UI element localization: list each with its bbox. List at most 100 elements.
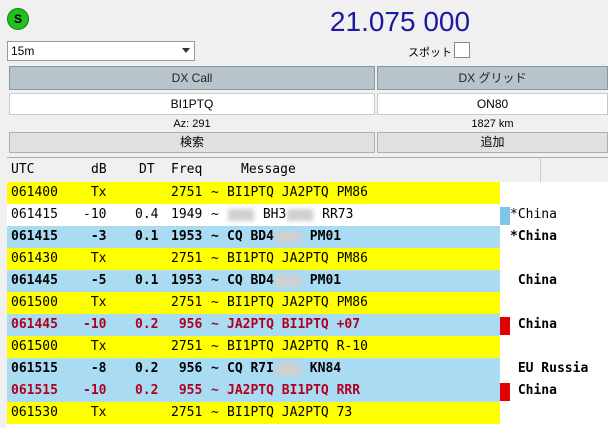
decode-row[interactable]: 061500 Tx 2751 ~ BI1PTQ JA2PTQ R-10 xyxy=(7,336,608,358)
decode-message: CQ BD4 PM01 xyxy=(227,229,341,245)
decode-db: -10 xyxy=(83,317,107,332)
message-word: PM86 xyxy=(336,295,368,310)
decode-tilde: ~ xyxy=(211,405,219,420)
chevron-down-icon xyxy=(182,48,190,53)
decode-utc: 061415 xyxy=(11,207,58,222)
decode-list-header: UTC dB DT Freq Message xyxy=(7,158,608,182)
decode-marker xyxy=(500,383,510,401)
redacted-callsign xyxy=(274,362,301,375)
message-word: BI1PTQ xyxy=(227,295,274,310)
azimuth-readout: Az: 291 xyxy=(173,118,211,130)
lookup-button[interactable]: 検索 xyxy=(9,132,375,153)
decode-tilde: ~ xyxy=(211,229,219,244)
decode-row[interactable]: 061530 Tx 2751 ~ BI1PTQ JA2PTQ 73 xyxy=(7,402,608,424)
redacted-callsign xyxy=(274,230,301,243)
decode-list[interactable]: UTC dB DT Freq Message 061400 Tx 2751 ~ BI1P… xyxy=(7,157,608,428)
message-word: BI1PTQ xyxy=(227,339,274,354)
decode-tilde: ~ xyxy=(211,251,219,266)
message-word: +07 xyxy=(336,317,361,332)
decode-row[interactable]: 061515 -10 0.2 955 ~ JA2PTQ BI1PTQ RRR China xyxy=(7,380,608,402)
message-word: KN84 xyxy=(309,361,342,376)
message-word: CQ xyxy=(227,229,243,244)
decode-tilde: ~ xyxy=(211,383,219,398)
dx-grid-header: DX グリッド xyxy=(377,66,608,90)
add-button[interactable]: 追加 xyxy=(377,132,608,153)
decode-row[interactable]: 061500 Tx 2751 ~ BI1PTQ JA2PTQ PM86 xyxy=(7,292,608,314)
decode-db: Tx xyxy=(90,251,107,266)
decode-db: Tx xyxy=(90,295,107,310)
decode-freq: 1953 xyxy=(171,229,203,244)
decode-tilde: ~ xyxy=(211,317,219,332)
dx-call-field[interactable]: BI1PTQ xyxy=(9,93,375,115)
message-word: PM86 xyxy=(336,185,368,200)
decode-message: BI1PTQ JA2PTQ 73 xyxy=(227,405,352,421)
dial-frequency-display: 21.075 000 xyxy=(329,6,471,37)
message-word: R7I xyxy=(250,361,274,376)
decode-country: EU Russia xyxy=(510,361,589,376)
decode-dt: 0.1 xyxy=(135,229,159,244)
decode-dt: 0.4 xyxy=(135,207,159,222)
decode-utc: 061445 xyxy=(11,273,58,288)
decode-row[interactable]: 061415 -10 0.4 1949 ~ BH3 RR73 *China xyxy=(7,204,608,226)
message-word: CQ xyxy=(227,273,243,288)
message-word: JA2PTQ xyxy=(227,383,274,398)
decode-db: Tx xyxy=(90,405,107,420)
decode-row[interactable]: 061445 -5 0.1 1953 ~ CQ BD4 PM01 China xyxy=(7,270,608,292)
decode-dt: 0.1 xyxy=(135,273,159,288)
decode-tilde: ~ xyxy=(211,207,219,222)
decode-db: Tx xyxy=(90,185,107,200)
decode-db: -3 xyxy=(90,229,107,244)
decode-message: BI1PTQ JA2PTQ PM86 xyxy=(227,185,368,201)
decode-row[interactable]: 061445 -10 0.2 956 ~ JA2PTQ BI1PTQ +07 China xyxy=(7,314,608,336)
column-db: dB xyxy=(91,162,107,177)
decode-utc: 061515 xyxy=(11,361,58,376)
decode-freq: 1953 xyxy=(171,273,203,288)
decode-tilde: ~ xyxy=(211,273,219,288)
decode-dt: 0.2 xyxy=(135,361,159,376)
decode-country: China xyxy=(510,273,557,288)
column-freq: Freq xyxy=(171,162,203,177)
dx-grid-field[interactable]: ON80 xyxy=(377,93,608,115)
decode-message: BI1PTQ JA2PTQ PM86 xyxy=(227,295,368,311)
decode-tilde: ~ xyxy=(211,185,219,200)
decode-rows: 061400 Tx 2751 ~ BI1PTQ JA2PTQ PM86 061415 -10… xyxy=(7,182,608,424)
message-word: JA2PTQ xyxy=(281,295,329,310)
decode-tilde: ~ xyxy=(211,339,219,354)
message-word: BI1PTQ xyxy=(281,383,329,398)
message-word: PM01 xyxy=(309,273,342,288)
decode-message: CQ R7I KN84 xyxy=(227,361,341,377)
decode-freq: 1949 xyxy=(171,207,203,222)
redacted-callsign xyxy=(228,208,254,221)
decode-message: JA2PTQ BI1PTQ +07 xyxy=(227,317,360,333)
spot-label: スポット xyxy=(408,47,452,59)
decode-row[interactable]: 061400 Tx 2751 ~ BI1PTQ JA2PTQ PM86 xyxy=(7,182,608,204)
redacted-callsign xyxy=(287,208,314,221)
message-word: BD4 xyxy=(250,273,274,288)
decode-freq: 2751 xyxy=(171,251,203,266)
decode-message: JA2PTQ BI1PTQ RRR xyxy=(227,383,360,399)
decode-tilde: ~ xyxy=(211,295,219,310)
message-word: BI1PTQ xyxy=(281,317,329,332)
band-select[interactable]: 15m xyxy=(7,41,195,61)
decode-marker xyxy=(500,207,510,225)
status-icon[interactable]: S xyxy=(7,8,29,30)
decode-utc: 061415 xyxy=(11,229,58,244)
decode-utc: 061400 xyxy=(11,185,58,200)
message-word: CQ xyxy=(227,361,243,376)
message-word: BI1PTQ xyxy=(227,251,274,266)
decode-message: BH3 RR73 xyxy=(227,207,353,223)
dx-call-header: DX Call xyxy=(9,66,375,90)
decode-utc: 061515 xyxy=(11,383,58,398)
decode-row[interactable]: 061415 -3 0.1 1953 ~ CQ BD4 PM01 *China xyxy=(7,226,608,248)
column-message: Message xyxy=(241,162,296,177)
decode-freq: 2751 xyxy=(171,295,203,310)
decode-row[interactable]: 061430 Tx 2751 ~ BI1PTQ JA2PTQ PM86 xyxy=(7,248,608,270)
decode-db: -10 xyxy=(83,383,107,398)
decode-db: -8 xyxy=(90,361,107,376)
decode-utc: 061530 xyxy=(11,405,58,420)
decode-country: China xyxy=(510,317,557,332)
decode-tilde: ~ xyxy=(211,361,219,376)
decode-row[interactable]: 061515 -8 0.2 956 ~ CQ R7I KN84 EU Russia xyxy=(7,358,608,380)
spot-checkbox[interactable] xyxy=(454,42,470,58)
message-word: JA2PTQ xyxy=(227,317,274,332)
